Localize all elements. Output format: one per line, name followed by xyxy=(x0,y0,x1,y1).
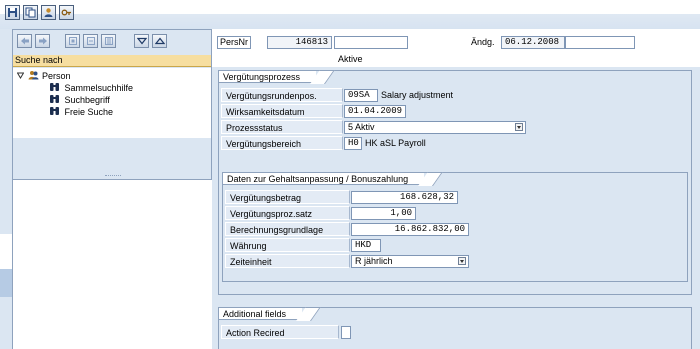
row-label: Vergütungsbetrag xyxy=(225,190,350,204)
row-label: Zeiteinheit xyxy=(225,254,350,268)
header-area: PersNr 146813 Aktive Ändg. 06.12.2008 xyxy=(212,29,700,67)
wirksamkeitsdatum-field[interactable]: 01.04.2009 xyxy=(344,105,406,118)
person-group-icon xyxy=(28,70,40,83)
verguetungsrundenpos-field[interactable]: 09SA xyxy=(344,89,378,102)
status-text: Aktive xyxy=(338,54,363,64)
copy-icon[interactable] xyxy=(23,5,38,20)
verguetungsbereich-desc: HK aSL Payroll xyxy=(365,138,426,148)
row-label: Vergütungsproz.satz xyxy=(225,206,350,220)
dropdown-arrow-icon[interactable] xyxy=(515,123,523,131)
waehrung-field[interactable]: HKD xyxy=(351,239,381,252)
verguetungsprozess-group: Vergütungsprozess Vergütungsrundenpos. 0… xyxy=(218,70,692,295)
binoculars-icon xyxy=(49,106,62,119)
key-icon[interactable] xyxy=(59,5,74,20)
hit-list-pane xyxy=(12,179,212,349)
application-toolbar xyxy=(0,0,700,29)
action-recired-checkbox[interactable] xyxy=(341,326,351,339)
back-arrow-icon[interactable] xyxy=(17,34,32,48)
zeiteinheit-value: R jährlich xyxy=(355,256,393,266)
row-label: Vergütungsrundenpos. xyxy=(221,88,343,102)
expand-icon[interactable] xyxy=(134,34,149,48)
verguetungsbetrag-field[interactable]: 168.628,32 xyxy=(351,191,458,204)
navigator-empty-area xyxy=(13,138,211,173)
row-label: Berechnungsgrundlage xyxy=(225,222,350,236)
berechnungsgrundlage-field[interactable]: 16.862.832,00 xyxy=(351,223,469,236)
tree-node-label: Person xyxy=(42,71,71,81)
gehalt-group: Daten zur Gehaltsanpassung / Bonuszahlun… xyxy=(222,172,688,282)
additional-fields-group: Additional fields Action Recired xyxy=(218,307,692,349)
zeiteinheit-dropdown[interactable]: R jährlich xyxy=(351,255,469,268)
save-icon[interactable] xyxy=(5,5,20,20)
tree-item-label: Freie Suche xyxy=(64,107,114,117)
aendg-date-field[interactable]: 06.12.2008 xyxy=(501,36,565,49)
dropdown-arrow-icon[interactable] xyxy=(458,257,466,265)
aendg-label: Ändg. xyxy=(471,37,495,47)
nav-button-3-icon[interactable] xyxy=(65,34,80,48)
left-margin xyxy=(0,29,12,349)
name-field[interactable] xyxy=(334,36,408,49)
object-navigator: Suche nach Person Sammelsuchhilfe Suchbe… xyxy=(12,29,212,173)
persnr-label: PersNr xyxy=(217,36,252,49)
tree-item-label: Suchbegriff xyxy=(64,95,110,105)
group-title: Vergütungsprozess xyxy=(218,70,317,83)
prozessstatus-dropdown[interactable]: 5 Aktiv xyxy=(344,121,526,134)
nav-button-4-icon[interactable] xyxy=(83,34,98,48)
tree-item-label: Sammelsuchhilfe xyxy=(64,83,134,93)
prozessstatus-value: 5 Aktiv xyxy=(348,122,375,132)
row-label: Vergütungsbereich xyxy=(221,136,343,150)
verguetungsbereich-field[interactable]: H0 xyxy=(344,137,362,150)
aendg-extra-field[interactable] xyxy=(565,36,635,49)
nav-button-5-icon[interactable] xyxy=(101,34,116,48)
verguetungsprozsatz-field[interactable]: 1,00 xyxy=(351,207,416,220)
verguetungsrundenpos-desc: Salary adjustment xyxy=(381,90,454,100)
person-icon[interactable] xyxy=(41,5,56,20)
triangle-down-icon[interactable] xyxy=(16,71,25,82)
navigator-toolbar xyxy=(13,30,211,54)
collapse-icon[interactable] xyxy=(152,34,167,48)
row-label: Action Recired xyxy=(221,325,339,339)
row-label: Wirksamkeitsdatum xyxy=(221,104,343,118)
row-label: Währung xyxy=(225,238,350,252)
navigator-tree: Person Sammelsuchhilfe Suchbegriff Freie… xyxy=(13,68,211,173)
group-title: Additional fields xyxy=(218,307,303,320)
tree-item-freie-suche[interactable]: Freie Suche xyxy=(49,106,113,119)
row-label: Prozessstatus xyxy=(221,120,343,134)
forward-arrow-icon[interactable] xyxy=(35,34,50,48)
search-header: Suche nach xyxy=(13,55,211,67)
group-title: Daten zur Gehaltsanpassung / Bonuszahlun… xyxy=(222,172,425,185)
persnr-field[interactable]: 146813 xyxy=(267,36,332,49)
